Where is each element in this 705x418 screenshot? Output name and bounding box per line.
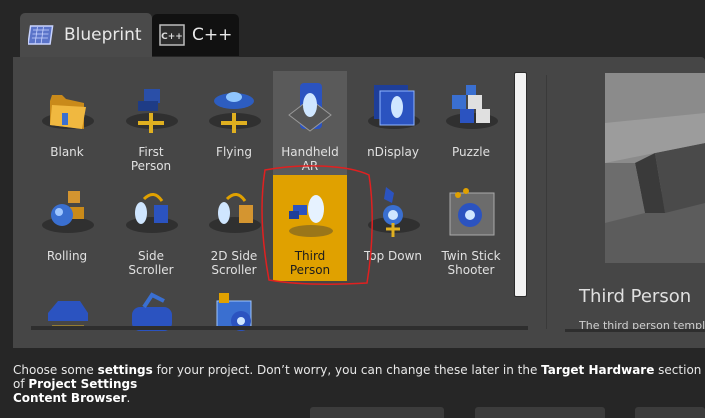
2d-side-scroller-icon — [218, 193, 253, 224]
template-vehicle[interactable] — [30, 279, 104, 332]
tab-blueprint[interactable]: Blueprint — [20, 13, 152, 57]
template-flying[interactable]: Flying — [197, 71, 271, 177]
template-top-down[interactable]: Top Down — [356, 175, 430, 281]
top-down-icon — [383, 187, 403, 237]
side-scroller-icon — [135, 193, 168, 224]
template-blank[interactable]: Blank — [30, 71, 104, 177]
template-side-scroller[interactable]: Side Scroller — [114, 175, 188, 281]
tab-blueprint-label: Blueprint — [64, 25, 142, 45]
rolling-icon — [51, 191, 84, 226]
template-puzzle[interactable]: Puzzle — [434, 71, 508, 177]
tab-cpp-label: C++ — [192, 25, 233, 45]
third-person-icon — [289, 195, 333, 237]
template-grid: Blank First Person Flying Handheld AR nD… — [13, 57, 533, 332]
vertical-scrollbar[interactable] — [514, 72, 527, 297]
footer-instructions: Choose some settings for your project. D… — [13, 363, 702, 405]
first-person-icon — [138, 89, 164, 133]
template-handheld-ar[interactable]: Handheld AR — [273, 71, 347, 177]
preview-scroll-track — [565, 329, 705, 332]
template-ndisplay[interactable]: nDisplay — [356, 71, 430, 177]
template-rolling[interactable]: Rolling — [30, 175, 104, 281]
ndisplay-icon — [374, 85, 415, 126]
template-preview-image — [605, 73, 705, 263]
cpp-icon: C++ — [159, 24, 185, 46]
template-third-person[interactable]: Third Person — [273, 175, 347, 281]
footer-button-2[interactable] — [475, 407, 605, 418]
flying-icon — [214, 92, 254, 133]
twin-stick-shooter-icon — [449, 188, 495, 236]
template-2d-side-scroller[interactable]: 2D Side Scroller — [197, 175, 271, 281]
folder-icon — [50, 95, 86, 129]
template-vr[interactable] — [114, 279, 188, 332]
tab-cpp[interactable]: C++ C++ — [152, 14, 239, 56]
blueprint-icon — [28, 25, 54, 45]
horizontal-scrollbar[interactable] — [31, 326, 528, 330]
svg-text:C++: C++ — [161, 32, 183, 42]
template-vehicle-advanced[interactable] — [197, 279, 271, 332]
template-twin-stick-shooter[interactable]: Twin Stick Shooter — [434, 175, 508, 281]
footer-button-3[interactable] — [635, 407, 705, 418]
puzzle-icon — [452, 85, 490, 123]
panel-divider — [546, 75, 547, 329]
footer-button-1[interactable] — [310, 407, 444, 418]
preview-title: Third Person — [579, 286, 692, 307]
handheld-ar-icon — [288, 83, 332, 132]
template-panel: Blank First Person Flying Handheld AR nD… — [13, 57, 705, 348]
preview-scene — [605, 73, 705, 263]
template-first-person[interactable]: First Person — [114, 71, 188, 177]
